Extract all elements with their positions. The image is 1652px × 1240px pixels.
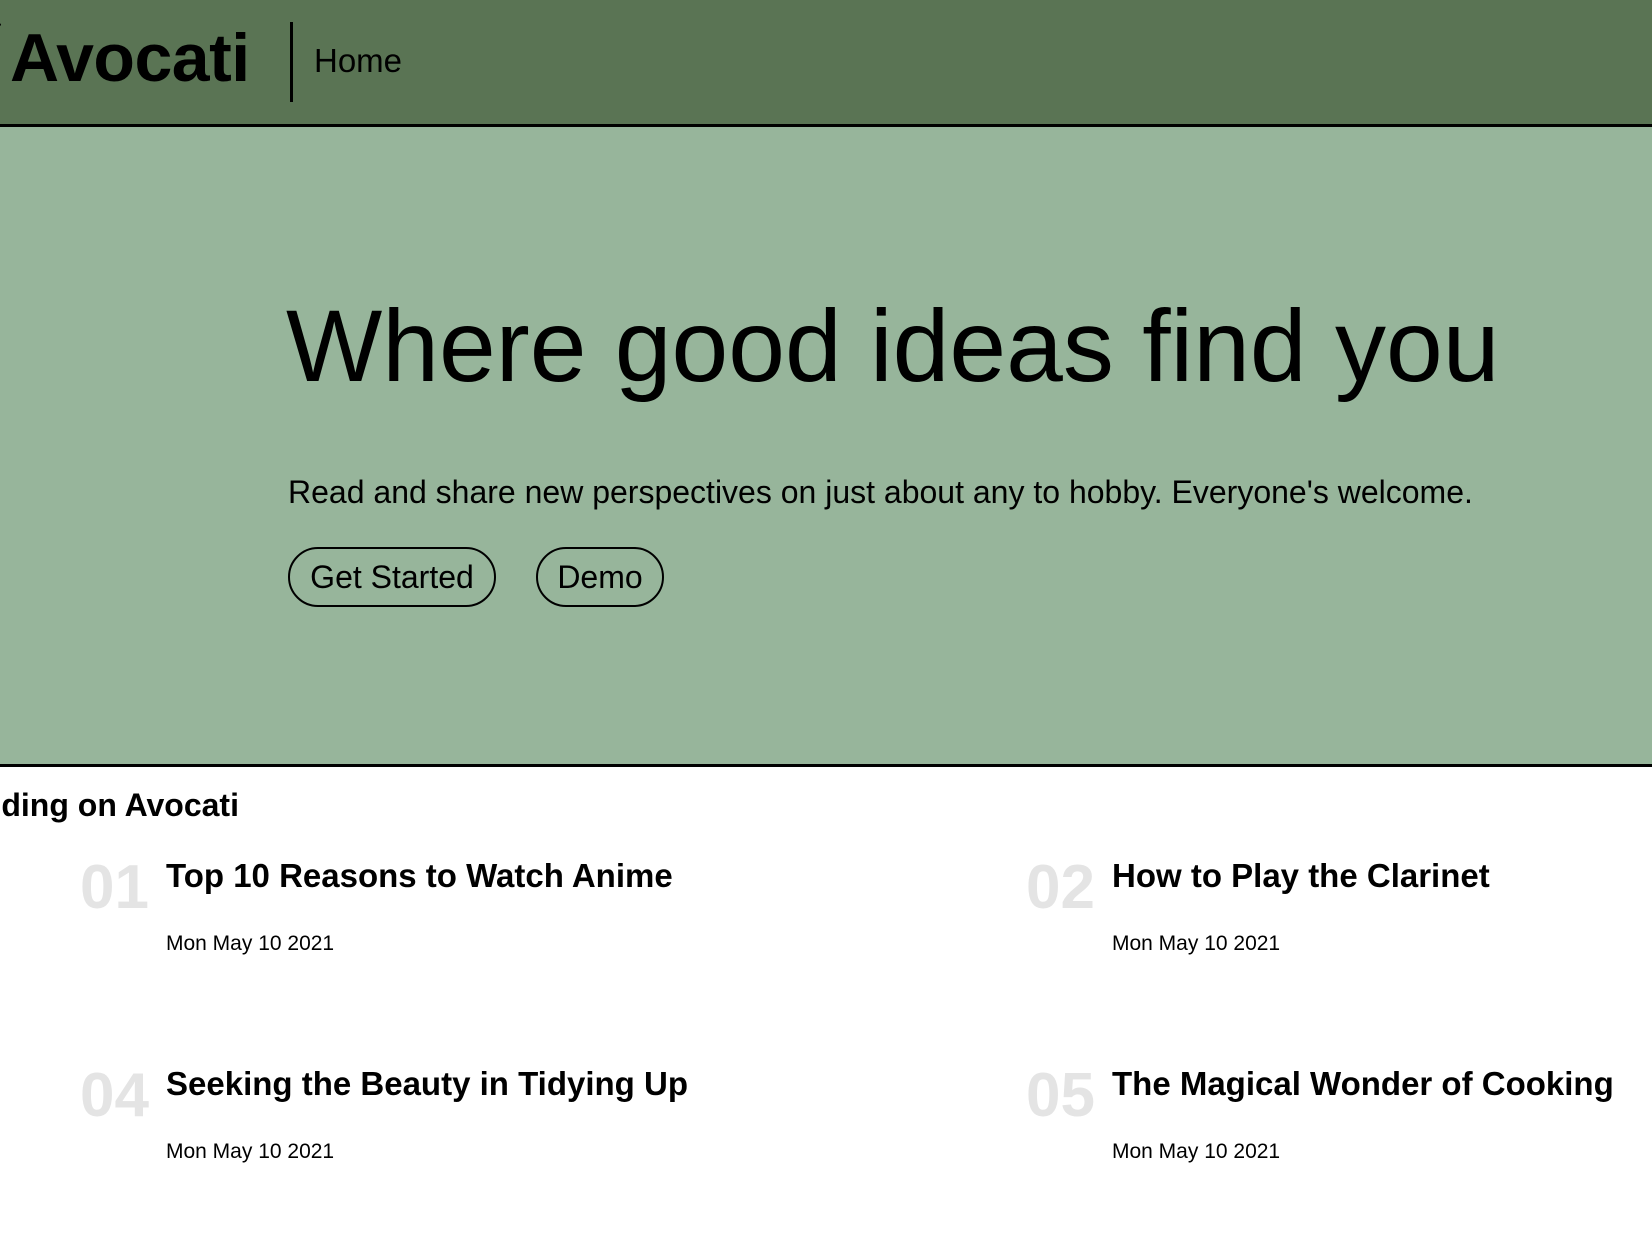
- trending-article[interactable]: 02 How to Play the Clarinet Mon May 10 2…: [1026, 857, 1652, 977]
- article-title-link[interactable]: Top 10 Reasons to Watch Anime: [166, 859, 673, 892]
- trending-heading: ending on Avocati: [0, 787, 239, 823]
- demo-button[interactable]: Demo: [536, 547, 664, 607]
- trending-article[interactable]: 04 Seeking the Beauty in Tidying Up Mon …: [80, 1065, 740, 1185]
- article-date: Mon May 10 2021: [1112, 1140, 1281, 1163]
- article-title-link[interactable]: The Magical Wonder of Cooking: [1112, 1067, 1614, 1100]
- hero-subtitle: Read and share new perspectives on just …: [288, 474, 1473, 510]
- article-rank: 01: [80, 853, 149, 922]
- trending-article[interactable]: 05 The Magical Wonder of Cooking Mon May…: [1026, 1065, 1652, 1185]
- article-title-link[interactable]: How to Play the Clarinet: [1112, 859, 1490, 892]
- article-rank: 04: [80, 1061, 149, 1130]
- hero-title: Where good ideas find you: [286, 289, 1500, 403]
- article-title-link[interactable]: Seeking the Beauty in Tidying Up: [166, 1067, 688, 1100]
- article-date: Mon May 10 2021: [166, 1140, 335, 1163]
- nav-home-link[interactable]: Home: [314, 44, 402, 77]
- article-rank: 05: [1026, 1061, 1095, 1130]
- site-logo[interactable]: Avocati: [10, 24, 250, 92]
- trending-article[interactable]: 01 Top 10 Reasons to Watch Anime Mon May…: [80, 857, 740, 977]
- top-navbar: ʃ Avocati Home: [0, 0, 1652, 127]
- nav-divider: [290, 22, 293, 102]
- article-rank: 02: [1026, 853, 1095, 922]
- article-date: Mon May 10 2021: [1112, 932, 1281, 955]
- article-date: Mon May 10 2021: [166, 932, 335, 955]
- hero-section: Where good ideas find you Read and share…: [0, 127, 1652, 767]
- get-started-button[interactable]: Get Started: [288, 547, 496, 607]
